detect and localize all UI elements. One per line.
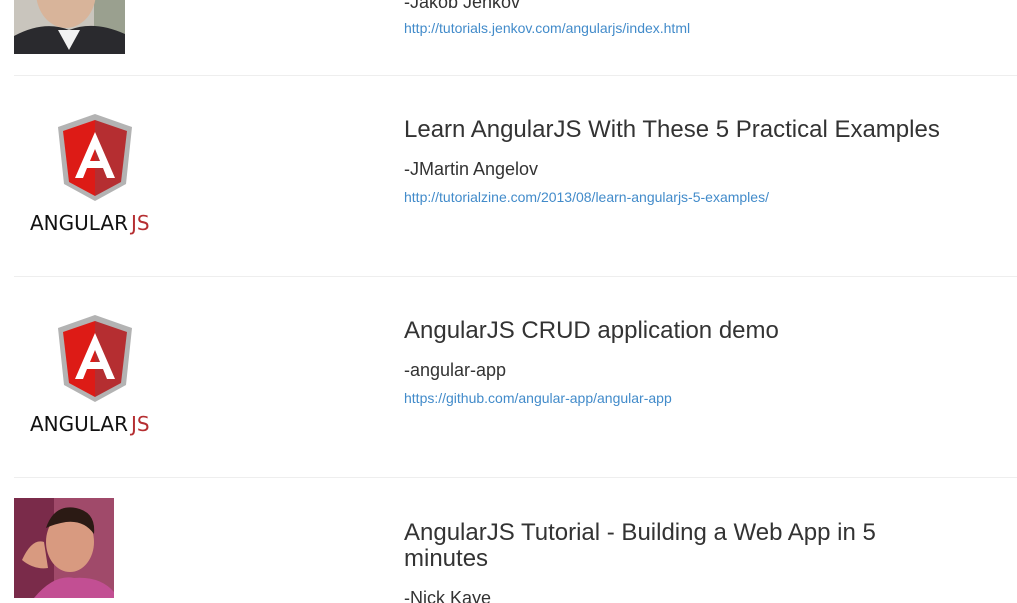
logo-text: JS (129, 412, 150, 436)
list-item: ANGULAR JS AngularJS CRUD application de… (14, 277, 1017, 477)
author-photo-icon[interactable] (14, 498, 114, 598)
list-item: AngularJS Tutorial - Building a Web App … (14, 478, 1017, 603)
angularjs-logo-icon[interactable]: ANGULAR JS (28, 112, 162, 236)
entry-author: -Jakob Jenkov (404, 0, 521, 12)
entry-title: AngularJS Tutorial - Building a Web App … (404, 519, 876, 572)
logo-text: ANGULAR (30, 211, 128, 235)
author-photo-icon[interactable] (14, 0, 125, 54)
entry-link[interactable]: http://tutorials.jenkov.com/angularjs/in… (404, 20, 690, 36)
entry-link[interactable]: https://github.com/angular-app/angular-a… (404, 390, 672, 406)
logo-text: ANGULAR (30, 412, 128, 436)
list-item: -Jakob Jenkov http://tutorials.jenkov.co… (14, 0, 1017, 75)
entry-author: -Nick Kaye (404, 588, 492, 603)
tutorial-feed: -Jakob Jenkov http://tutorials.jenkov.co… (0, 0, 1017, 603)
entry-author: -JMartin Angelov (404, 159, 539, 179)
list-item: ANGULAR JS Learn AngularJS With These 5 … (14, 76, 1017, 276)
entry-link[interactable]: http://tutorialzine.com/2013/08/learn-an… (404, 189, 769, 205)
entry-title: AngularJS CRUD application demo (404, 317, 779, 344)
angularjs-logo-icon[interactable]: ANGULAR JS (28, 313, 162, 437)
entry-author: -angular-app (404, 360, 507, 380)
logo-text: JS (129, 211, 150, 235)
entry-title: Learn AngularJS With These 5 Practical E… (404, 116, 940, 143)
